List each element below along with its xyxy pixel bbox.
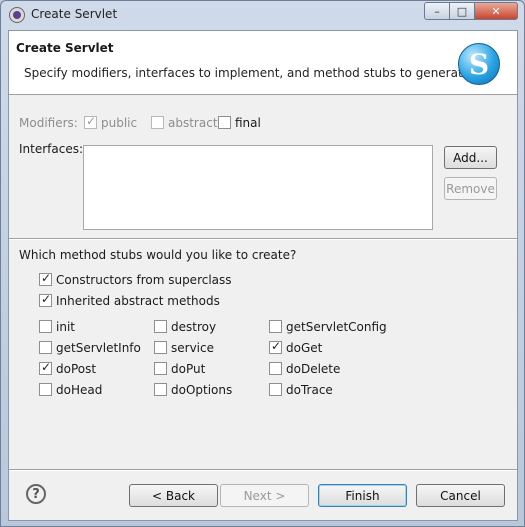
dotrace-checkbox[interactable]: doTrace: [269, 383, 333, 397]
window-controls: – □ ✕: [424, 2, 518, 20]
dotrace-label: doTrace: [286, 383, 333, 397]
footer-separator: [9, 469, 517, 471]
dodelete-label: doDelete: [286, 362, 341, 376]
dohead-checkbox-box[interactable]: [39, 383, 52, 396]
minimize-button[interactable]: –: [424, 2, 450, 20]
section-separator: [9, 238, 517, 240]
public-checkbox[interactable]: public: [84, 114, 138, 130]
constructors-checkbox[interactable]: Constructors from superclass: [39, 271, 232, 287]
constructors-label: Constructors from superclass: [56, 273, 232, 287]
maximize-button[interactable]: □: [449, 2, 475, 20]
doput-label: doPut: [171, 362, 206, 376]
wizard-header: Create Servlet Specify modifiers, interf…: [9, 31, 517, 95]
servlet-logo-icon: S: [458, 43, 500, 85]
public-checkbox-box[interactable]: [84, 114, 97, 129]
dialog-body: Create Servlet Specify modifiers, interf…: [8, 30, 518, 521]
doget-checkbox[interactable]: doGet: [269, 339, 323, 355]
back-button[interactable]: < Back: [129, 484, 218, 507]
getservletconfig-label: getServletConfig: [286, 320, 387, 334]
inherited-label: Inherited abstract methods: [56, 294, 220, 308]
cancel-button[interactable]: Cancel: [416, 484, 505, 507]
method-stubs-question: Which method stubs would you like to cre…: [19, 248, 297, 262]
remove-interface-button[interactable]: Remove: [444, 177, 497, 200]
dooptions-checkbox-box[interactable]: [154, 383, 167, 396]
next-button[interactable]: Next >: [220, 484, 309, 507]
finish-button[interactable]: Finish: [318, 484, 407, 507]
service-checkbox-box[interactable]: [154, 341, 167, 354]
service-label: service: [171, 341, 214, 355]
doput-checkbox[interactable]: doPut: [154, 362, 205, 376]
final-checkbox[interactable]: final: [218, 116, 261, 130]
abstract-checkbox-box[interactable]: [151, 116, 164, 129]
interfaces-label: Interfaces:: [19, 142, 84, 156]
doput-checkbox-box[interactable]: [154, 362, 167, 375]
destroy-label: destroy: [171, 320, 217, 334]
close-button[interactable]: ✕: [474, 2, 518, 20]
doget-checkbox-box[interactable]: [269, 339, 282, 354]
modifiers-label: Modifiers:: [19, 116, 78, 130]
getservletinfo-checkbox[interactable]: getServletInfo: [39, 341, 141, 355]
getservletinfo-checkbox-box[interactable]: [39, 341, 52, 354]
add-interface-button[interactable]: Add...: [444, 146, 497, 169]
public-label: public: [101, 116, 138, 130]
destroy-checkbox[interactable]: destroy: [154, 320, 216, 334]
inherited-checkbox-box[interactable]: [39, 292, 52, 307]
inherited-checkbox[interactable]: Inherited abstract methods: [39, 292, 220, 308]
destroy-checkbox-box[interactable]: [154, 320, 167, 333]
dohead-checkbox[interactable]: doHead: [39, 383, 102, 397]
dopost-checkbox[interactable]: doPost: [39, 360, 97, 376]
dodelete-checkbox-box[interactable]: [269, 362, 282, 375]
constructors-checkbox-box[interactable]: [39, 271, 52, 286]
init-checkbox-box[interactable]: [39, 320, 52, 333]
interfaces-list[interactable]: [83, 145, 433, 230]
getservletconfig-checkbox-box[interactable]: [269, 320, 282, 333]
init-label: init: [56, 320, 75, 334]
dooptions-label: doOptions: [171, 383, 233, 397]
init-checkbox[interactable]: init: [39, 320, 75, 334]
service-checkbox[interactable]: service: [154, 341, 214, 355]
dohead-label: doHead: [56, 383, 103, 397]
create-servlet-window: Create Servlet – □ ✕ Create Servlet Spec…: [0, 0, 525, 527]
doget-label: doGet: [286, 341, 323, 355]
getservletinfo-label: getServletInfo: [56, 341, 141, 355]
window-title: Create Servlet: [31, 7, 118, 21]
final-checkbox-box[interactable]: [218, 116, 231, 129]
page-description: Specify modifiers, interfaces to impleme…: [24, 66, 474, 80]
abstract-label: abstract: [168, 116, 218, 130]
dopost-checkbox-box[interactable]: [39, 360, 52, 375]
abstract-checkbox[interactable]: abstract: [151, 116, 218, 130]
dotrace-checkbox-box[interactable]: [269, 383, 282, 396]
dodelete-checkbox[interactable]: doDelete: [269, 362, 340, 376]
title-bar[interactable]: Create Servlet – □ ✕: [1, 1, 524, 29]
getservletconfig-checkbox[interactable]: getServletConfig: [269, 320, 387, 334]
dopost-label: doPost: [56, 362, 97, 376]
page-title: Create Servlet: [16, 41, 114, 55]
final-label: final: [235, 116, 261, 130]
eclipse-icon: [9, 7, 25, 23]
help-icon[interactable]: ?: [26, 484, 46, 504]
dooptions-checkbox[interactable]: doOptions: [154, 383, 232, 397]
